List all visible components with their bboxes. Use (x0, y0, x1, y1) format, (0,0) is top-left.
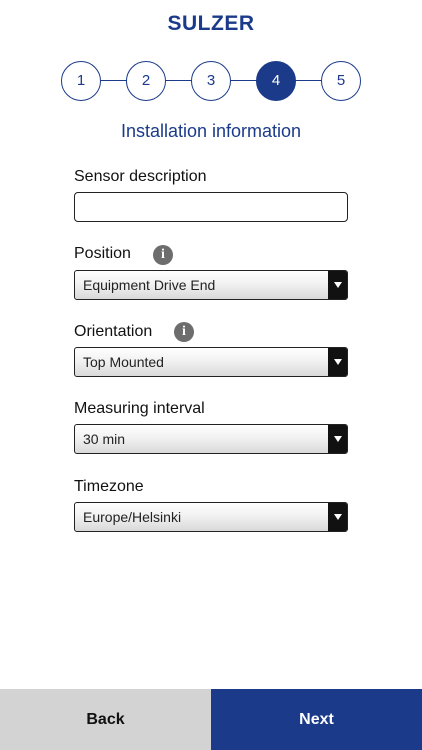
sulzer-logo: SULZER (167, 12, 255, 35)
position-label: Position (74, 245, 131, 262)
page-title: Installation information (120, 121, 302, 141)
progress-stepper: 1 2 3 4 5 (61, 61, 361, 101)
orientation-info-icon[interactable]: i (174, 322, 194, 342)
timezone-label: Timezone (74, 478, 144, 495)
timezone-select-value: Europe/Helsinki (83, 509, 182, 525)
step-3[interactable]: 3 (191, 61, 231, 101)
measuring-interval-label: Measuring interval (74, 400, 205, 417)
step-2[interactable]: 2 (126, 61, 166, 101)
installation-screen: SULZER 1 2 3 4 5 Installation informatio… (0, 0, 422, 750)
timezone-select[interactable]: Europe/Helsinki (74, 502, 348, 532)
orientation-label: Orientation (74, 323, 153, 340)
measuring-interval-select[interactable]: 30 min (74, 424, 348, 454)
next-button[interactable]: Next (211, 689, 422, 750)
orientation-select[interactable]: Top Mounted (74, 347, 348, 377)
step-4-current[interactable]: 4 (256, 61, 296, 101)
orientation-select-value: Top Mounted (83, 354, 164, 370)
chevron-down-icon (328, 348, 347, 376)
step-1[interactable]: 1 (61, 61, 101, 101)
chevron-down-icon (328, 503, 347, 531)
position-select-value: Equipment Drive End (83, 277, 216, 293)
chevron-down-icon (328, 425, 347, 453)
measuring-interval-select-value: 30 min (83, 431, 126, 447)
back-button[interactable]: Back (0, 689, 211, 750)
sensor-description-input[interactable] (74, 192, 348, 222)
position-select[interactable]: Equipment Drive End (74, 270, 348, 300)
position-info-icon[interactable]: i (153, 245, 173, 265)
sensor-description-label: Sensor description (74, 168, 207, 185)
chevron-down-icon (328, 271, 347, 299)
footer-bar: Back Next (0, 689, 422, 750)
step-5[interactable]: 5 (321, 61, 361, 101)
